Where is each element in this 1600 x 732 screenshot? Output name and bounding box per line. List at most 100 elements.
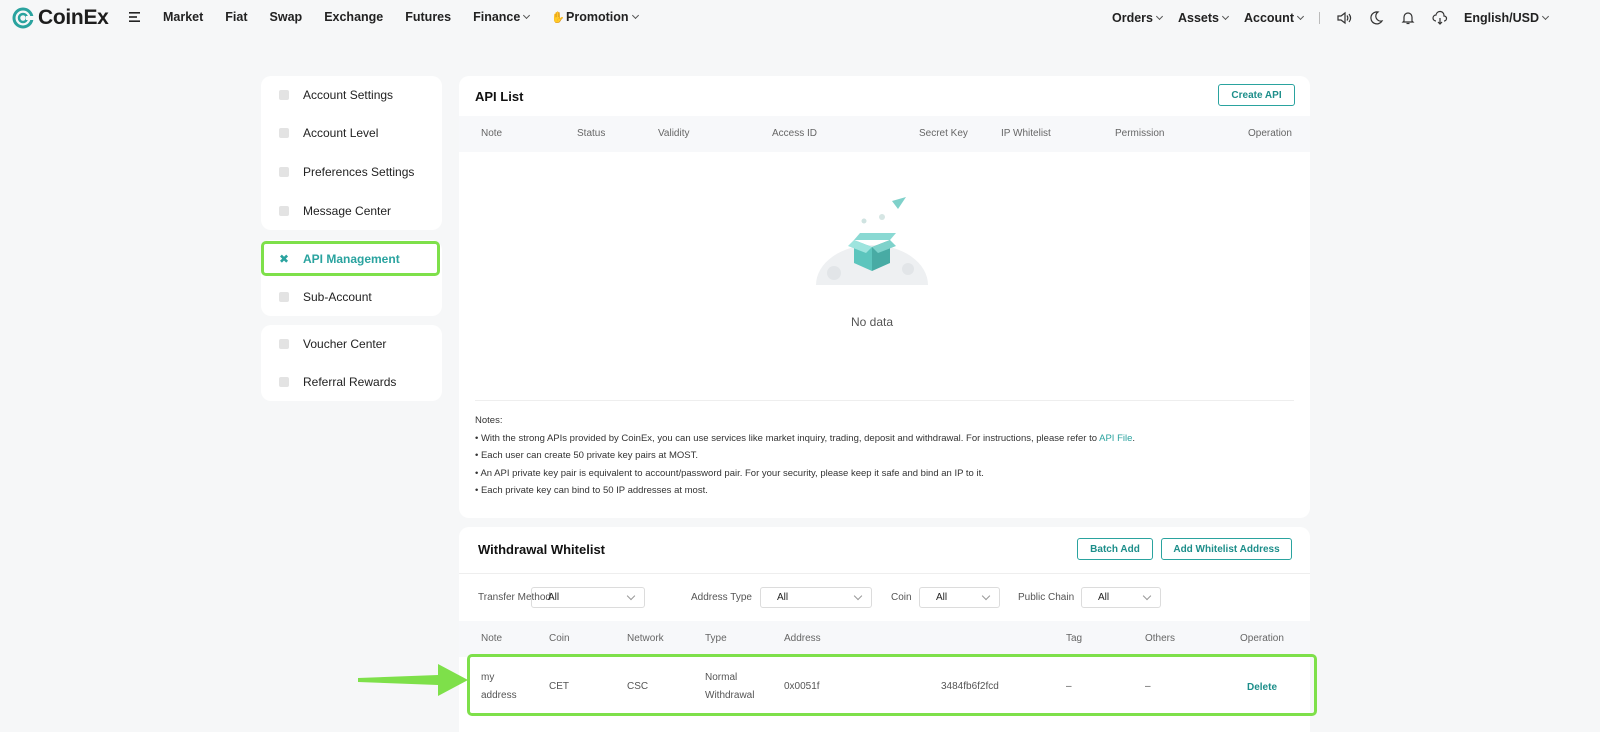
language-label: English/USD xyxy=(1463,11,1539,25)
menu-icon[interactable] xyxy=(129,12,140,22)
chevron-down-icon xyxy=(523,11,531,20)
sidebar-item-referral-rewards[interactable]: Referral Rewards xyxy=(261,363,442,401)
user-icon xyxy=(279,90,289,100)
column-header: Status xyxy=(577,128,606,139)
nav-promotion[interactable]: ✋ Promotion xyxy=(551,10,639,24)
sidebar-item-label: Account Level xyxy=(303,126,379,140)
top-navigation: CoinEx Market Fiat Swap Exchange Futures… xyxy=(0,0,1600,36)
sidebar-item-account-settings[interactable]: Account Settings xyxy=(261,76,442,114)
nav-exchange[interactable]: Exchange xyxy=(324,10,383,24)
notes-title: Notes: xyxy=(475,415,503,426)
level-icon xyxy=(279,128,289,138)
pointer-arrow-icon xyxy=(358,664,468,696)
column-header: Secret Key xyxy=(919,128,968,139)
coin-label: Coin xyxy=(891,592,912,603)
nav-divider xyxy=(1318,12,1320,24)
nav-assets[interactable]: Assets xyxy=(1177,11,1230,25)
select-value: All xyxy=(548,592,560,603)
chevron-down-icon xyxy=(981,591,991,601)
whitelist-table-header: Note Coin Network Type Address Tag Other… xyxy=(459,621,1310,657)
note-item: • Each user can create 50 private key pa… xyxy=(475,450,698,461)
column-header: Network xyxy=(627,633,664,644)
divider xyxy=(459,573,1310,574)
chevron-down-icon xyxy=(631,11,639,20)
nav-market[interactable]: Market xyxy=(163,10,203,24)
coinex-logo-icon xyxy=(12,7,34,29)
nav-fiat[interactable]: Fiat xyxy=(225,10,247,24)
sidebar-item-label: Voucher Center xyxy=(303,337,387,351)
coinex-logo[interactable]: CoinEx xyxy=(12,6,109,30)
logo-text: CoinEx xyxy=(38,6,109,29)
column-header: Operation xyxy=(1248,128,1292,139)
column-header: Tag xyxy=(1066,633,1083,644)
nav-finance-label: Finance xyxy=(473,10,521,24)
address-type-select[interactable]: All xyxy=(760,587,872,608)
speaker-icon[interactable] xyxy=(1336,10,1352,26)
referral-icon xyxy=(279,377,289,387)
column-header: Access ID xyxy=(772,128,818,139)
column-header: Note xyxy=(481,633,503,644)
whitelist-title: Withdrawal Whitelist xyxy=(478,542,605,557)
sidebar-item-label: Referral Rewards xyxy=(303,375,397,389)
sidebar-item-label: Message Center xyxy=(303,204,392,218)
column-header: Validity xyxy=(658,128,690,139)
select-value: All xyxy=(777,592,789,603)
column-header: Coin xyxy=(549,633,570,644)
sub-account-icon xyxy=(279,292,289,302)
moon-icon[interactable] xyxy=(1368,10,1384,26)
download-cloud-icon[interactable] xyxy=(1432,10,1448,26)
column-header: Address xyxy=(784,633,821,644)
nav-futures[interactable]: Futures xyxy=(405,10,451,24)
bell-icon[interactable] xyxy=(1400,10,1416,26)
nav-account-label: Account xyxy=(1243,11,1294,25)
chevron-down-icon xyxy=(1155,12,1164,21)
empty-state-text: No data xyxy=(850,315,894,329)
transfer-method-select[interactable]: All xyxy=(531,587,645,608)
note-item: • An API private key pair is equivalent … xyxy=(475,467,984,479)
whitelist-row-highlight xyxy=(467,654,1317,716)
sidebar-item-label: Preferences Settings xyxy=(303,165,415,179)
note-item: • Each private key can bind to 50 IP add… xyxy=(475,485,708,496)
batch-add-button[interactable]: Batch Add xyxy=(1077,538,1153,560)
public-chain-select[interactable]: All xyxy=(1081,587,1161,608)
column-header: Operation xyxy=(1240,633,1284,644)
note-text: • With the strong APIs provided by CoinE… xyxy=(475,432,1100,444)
nav-orders-label: Orders xyxy=(1111,11,1153,25)
chevron-down-icon xyxy=(853,591,863,601)
sidebar-item-sub-account[interactable]: Sub-Account xyxy=(261,278,442,316)
sidebar-item-account-level[interactable]: Account Level xyxy=(261,114,442,152)
message-icon xyxy=(279,206,289,216)
sidebar-group-account: Account Settings Account Level Preferenc… xyxy=(261,76,442,230)
column-header: Others xyxy=(1145,633,1176,644)
nav-orders[interactable]: Orders xyxy=(1111,11,1164,25)
language-currency-selector[interactable]: English/USD xyxy=(1463,11,1550,25)
select-value: All xyxy=(1098,592,1110,603)
api-notes: Notes: • With the strong APIs provided b… xyxy=(475,412,1135,500)
column-header: Note xyxy=(481,128,503,139)
api-list-title: API List xyxy=(475,89,524,104)
column-header: Type xyxy=(705,633,727,644)
divider xyxy=(475,400,1294,401)
sidebar-item-preferences-settings[interactable]: Preferences Settings xyxy=(261,153,442,191)
sidebar-item-voucher-center[interactable]: Voucher Center xyxy=(261,325,442,363)
nav-account[interactable]: Account xyxy=(1243,11,1305,25)
api-file-link[interactable]: API File xyxy=(1099,433,1132,444)
nav-swap[interactable]: Swap xyxy=(270,10,303,24)
add-whitelist-address-button[interactable]: Add Whitelist Address xyxy=(1161,538,1292,560)
chevron-down-icon xyxy=(1142,591,1152,601)
column-header: IP Whitelist xyxy=(1001,128,1051,139)
create-api-button[interactable]: Create API xyxy=(1218,84,1295,106)
hand-icon: ✋ xyxy=(551,11,566,24)
chevron-down-icon xyxy=(1221,12,1230,21)
chevron-down-icon xyxy=(1541,12,1550,21)
coin-select[interactable]: All xyxy=(919,587,1000,608)
preferences-icon xyxy=(279,167,289,177)
nav-assets-label: Assets xyxy=(1177,11,1219,25)
nav-finance[interactable]: Finance xyxy=(473,10,531,24)
note-item: • With the strong APIs provided by CoinE… xyxy=(475,430,1135,448)
sidebar-item-message-center[interactable]: Message Center xyxy=(261,192,442,230)
api-management-highlight xyxy=(261,241,440,276)
sidebar-item-label: Account Settings xyxy=(303,88,394,102)
nav-promotion-label: Promotion xyxy=(566,10,629,24)
sidebar-group-rewards: Voucher Center Referral Rewards xyxy=(261,325,442,401)
